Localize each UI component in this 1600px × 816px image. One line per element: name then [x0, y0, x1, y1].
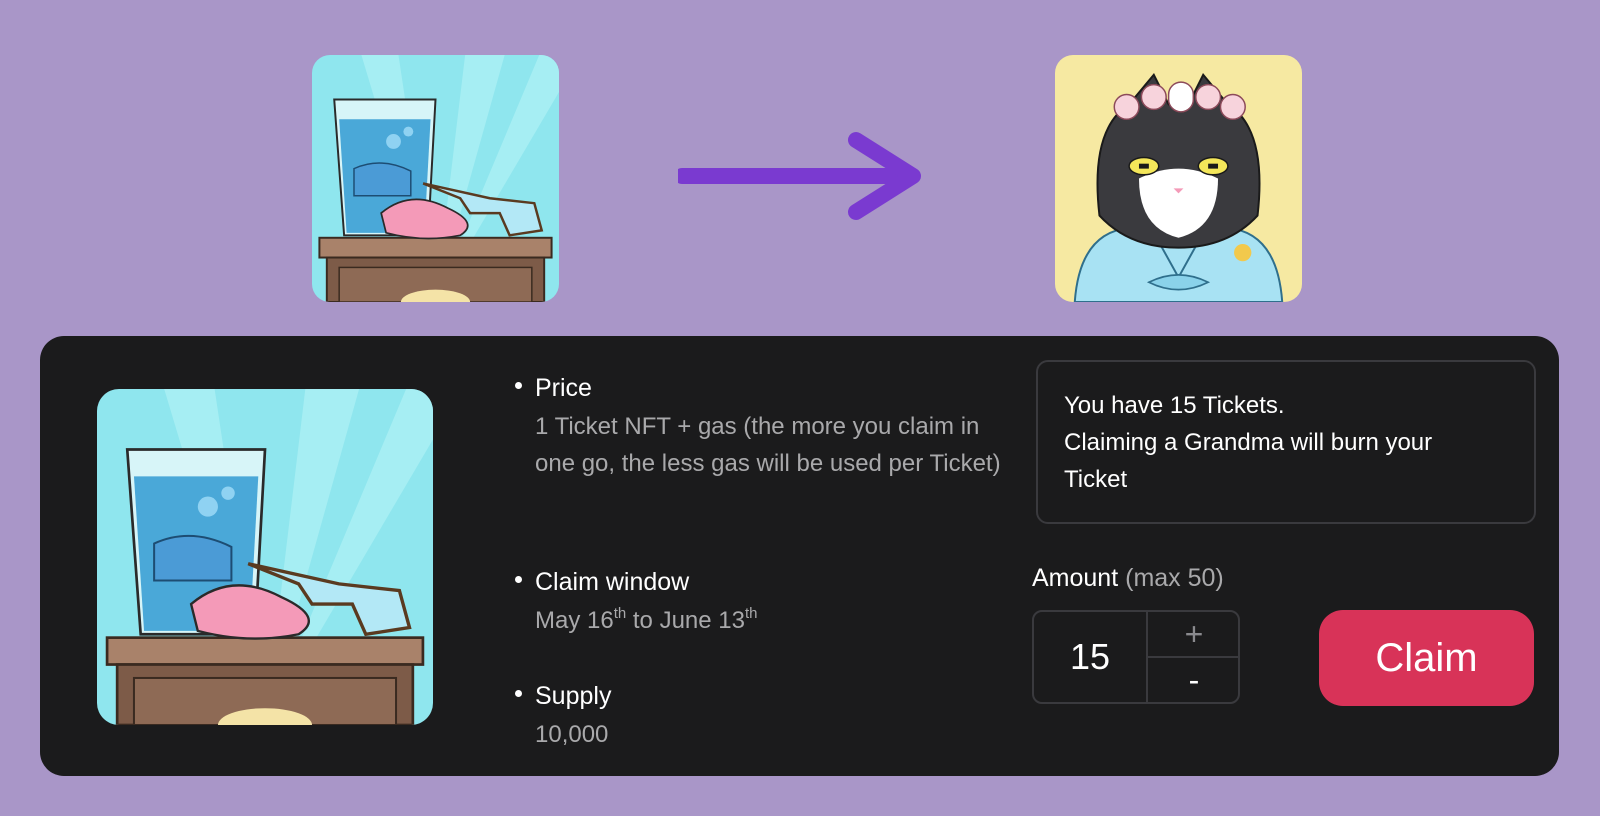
bullet-icon — [515, 382, 522, 389]
price-value: 1 Ticket NFT + gas (the more you claim i… — [535, 413, 1001, 477]
arrow-right-icon — [678, 132, 921, 220]
amount-label-text: Amount — [1032, 564, 1119, 592]
grandma-cat-image — [1055, 55, 1302, 302]
claim-button[interactable]: Claim — [1319, 610, 1534, 706]
claim-window-end-suffix: th — [744, 605, 758, 622]
ticket-nft-image — [312, 55, 559, 302]
supply-value: 10,000 — [535, 721, 609, 748]
notice-line-1: You have 15 Tickets. — [1064, 392, 1285, 419]
claim-panel: Price 1 Ticket NFT + gas (the more you c… — [40, 336, 1559, 776]
stepper-controls: + - — [1146, 612, 1238, 702]
supply-label: Supply — [535, 682, 612, 710]
claim-window-value: May 16th to June 13th — [535, 602, 1005, 639]
notice-line-3: Ticket — [1064, 466, 1128, 493]
notice-line-2: Claiming a Grandma will burn your — [1064, 429, 1433, 456]
claim-window-label: Claim window — [535, 568, 690, 596]
quantity-stepper: 15 + - — [1032, 610, 1240, 704]
price-label: Price — [535, 374, 592, 402]
ticket-notice-box: You have 15 Tickets. Claiming a Grandma … — [1036, 360, 1536, 524]
bullet-icon — [515, 576, 522, 583]
decrement-button[interactable]: - — [1148, 658, 1238, 702]
bullet-icon — [515, 690, 522, 697]
claim-window-end: June 13 — [659, 607, 745, 634]
claim-window-start-suffix: th — [613, 605, 627, 622]
amount-label: Amount (max 50) — [1032, 564, 1224, 593]
claim-window-connector: to — [626, 607, 660, 634]
amount-max: (max 50) — [1125, 564, 1224, 592]
claim-window-start: May 16 — [535, 607, 614, 634]
ticket-nft-preview-image — [97, 389, 433, 725]
quantity-input[interactable]: 15 — [1034, 612, 1146, 702]
increment-button[interactable]: + — [1148, 612, 1238, 658]
